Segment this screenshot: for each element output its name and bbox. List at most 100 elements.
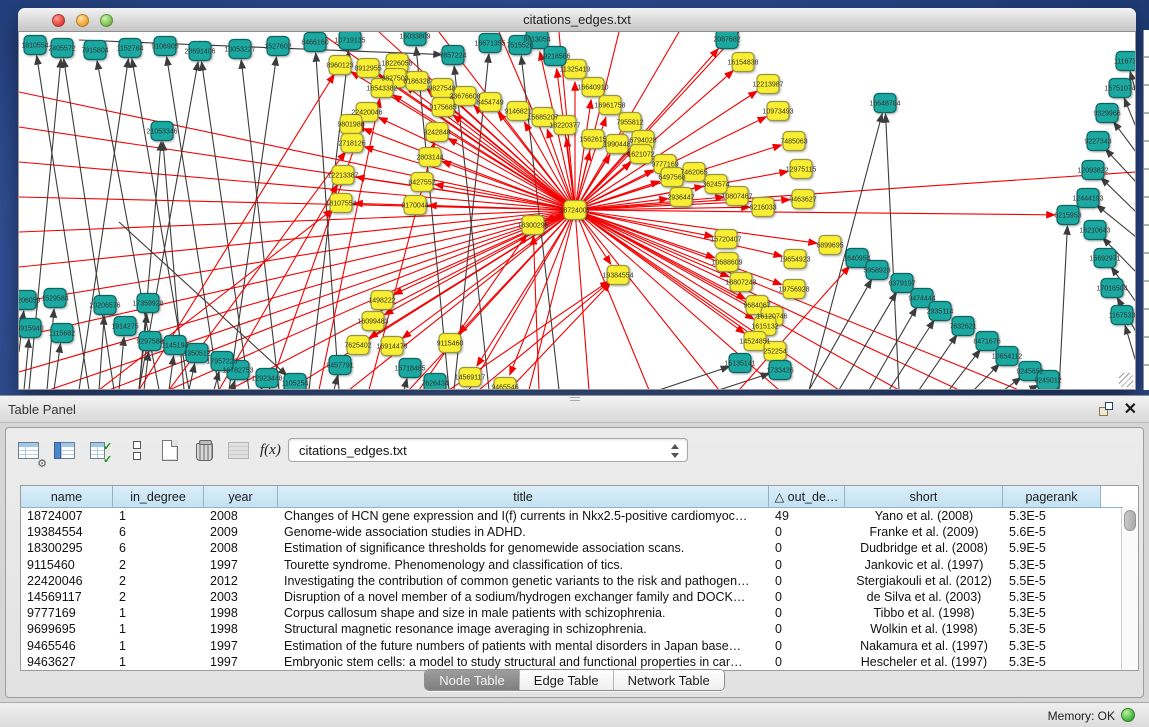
table-row[interactable]: 911546021997Tourette syndrome. Phenomeno… — [21, 557, 1101, 573]
node-label: 1498222 — [368, 298, 395, 305]
column-header-pagerank[interactable]: pagerank — [1003, 486, 1101, 508]
new-table-button[interactable] — [158, 438, 186, 466]
table-row[interactable]: 946554611997Estimation of the future num… — [21, 638, 1101, 654]
node-label: 15685207 — [527, 115, 558, 122]
table-row[interactable]: 946362711997Embryonic stem cells: a mode… — [21, 654, 1101, 670]
table-row[interactable]: 1830029562008Estimation of significance … — [21, 540, 1101, 556]
tab-edge-table[interactable]: Edge Table — [520, 670, 614, 690]
node-label: 18107554 — [325, 201, 356, 208]
cell-year: 1998 — [204, 621, 278, 637]
node-label: 8215953 — [1054, 213, 1081, 220]
window-titlebar[interactable]: citations_edges.txt — [18, 8, 1136, 32]
cell-out_degree: 49 — [769, 508, 845, 524]
table-row[interactable]: 1938455462009Genome-wide association stu… — [21, 524, 1101, 540]
node-label: 1640954 — [843, 256, 870, 263]
node-label: 19756928 — [778, 287, 809, 294]
node-label: 1810554 — [21, 43, 48, 50]
network-graph: 8960123891295518226058982750316543382818… — [19, 32, 1136, 390]
node-label: 6794028 — [629, 138, 656, 145]
gear-icon: ⚙ — [37, 457, 47, 470]
node-label: 7857224 — [439, 53, 466, 60]
cell-in_degree: 1 — [113, 654, 204, 670]
panel-divider-grip[interactable] — [570, 397, 580, 401]
table-panel: Table Panel ✕ ⚙ ✓✓ — [0, 395, 1149, 727]
node-label: 9684067 — [743, 303, 770, 310]
cell-in_degree: 6 — [113, 540, 204, 556]
row-height-button[interactable] — [124, 438, 152, 466]
node-label: 2803144 — [416, 155, 443, 162]
table-settings-button[interactable]: ⚙ — [16, 438, 44, 466]
scrollbar-thumb[interactable] — [1124, 510, 1136, 531]
node-label: 12213387 — [327, 173, 358, 180]
node-label: 1529584 — [41, 296, 68, 303]
table-row[interactable]: 977716911998Corpus callosum shape and si… — [21, 605, 1101, 621]
cell-name: 18300295 — [21, 540, 113, 556]
node-label: 17957223 — [206, 359, 237, 366]
node-label: 7625402 — [344, 343, 371, 350]
vertical-scrollbar[interactable] — [1121, 508, 1138, 670]
node-label: 1152764 — [117, 46, 144, 53]
node-label: 9245012 — [1034, 378, 1061, 385]
network-canvas[interactable]: 8960123891295518226058982750316543382818… — [18, 32, 1136, 390]
function-builder-button[interactable]: f(x) — [260, 438, 288, 466]
node-label: 15751074 — [1104, 86, 1135, 93]
cell-short: de Silva et al. (2003) — [845, 589, 1003, 605]
float-square-front — [1105, 402, 1113, 410]
import-table-button-disabled — [226, 438, 254, 466]
node-label: 1914275 — [111, 324, 138, 331]
cell-short: Nakamura et al. (1997) — [845, 638, 1003, 654]
node-label: 7485063 — [780, 139, 807, 146]
network-table-select-value: citations_edges.txt — [299, 443, 407, 458]
tab-network-table[interactable]: Network Table — [614, 670, 724, 690]
check-icon: ✓✓ — [103, 440, 110, 466]
cell-title: Changes of HCN gene expression and I(f) … — [278, 508, 769, 524]
cell-pagerank: 5.3E-5 — [1003, 638, 1101, 654]
column-header-short[interactable]: short — [845, 486, 1003, 508]
memory-status-icon[interactable] — [1121, 708, 1135, 722]
network-window[interactable]: citations_edges.txt — [18, 8, 1136, 390]
column-header-year[interactable]: year — [204, 486, 278, 508]
node-label: 18226058 — [381, 61, 412, 68]
node-label: 7515526 — [506, 43, 533, 50]
cell-in_degree: 6 — [113, 524, 204, 540]
select-columns-button[interactable]: ✓✓ — [88, 438, 116, 466]
tab-node-table[interactable]: Node Table — [425, 670, 520, 690]
column-header-out_degree[interactable]: △ out_de… — [769, 486, 845, 508]
delete-table-button[interactable] — [192, 438, 220, 466]
node-label: 1615132 — [751, 324, 778, 331]
float-panel-icon[interactable] — [1099, 402, 1113, 416]
node-label: 19218586 — [539, 54, 570, 61]
column-header-name[interactable]: name — [21, 486, 113, 508]
node-label: 16671355 — [474, 41, 505, 48]
table-row[interactable]: 969969511998Structural magnetic resonanc… — [21, 621, 1101, 637]
node-label: 18220377 — [549, 123, 580, 130]
table-panel-header[interactable]: Table Panel ✕ — [0, 396, 1149, 423]
node-label: 18300295 — [517, 223, 548, 230]
cell-short: Stergiakouli et al. (2012) — [845, 573, 1003, 589]
table-panel-body: ⚙ ✓✓ — [5, 427, 1144, 698]
table-header-row: namein_degreeyeartitle△ out_de…shortpage… — [21, 486, 1123, 508]
table-tab-bar: Node Table Edge Table Network Table — [6, 669, 1143, 693]
table-row[interactable]: 1872400712008Changes of HCN gene express… — [21, 508, 1101, 524]
column-header-in_degree[interactable]: in_degree — [113, 486, 204, 508]
cell-out_degree: 0 — [769, 589, 845, 605]
cell-pagerank: 5.5E-5 — [1003, 573, 1101, 589]
node-label: 10688609 — [711, 260, 742, 267]
node-label: 6899695 — [816, 243, 843, 250]
cell-pagerank: 5.3E-5 — [1003, 654, 1101, 670]
table-row[interactable]: 1456911722003Disruption of a novel membe… — [21, 589, 1101, 605]
show-columns-button[interactable] — [52, 438, 80, 466]
cell-title: Estimation of significance thresholds fo… — [278, 540, 769, 556]
node-label: 8427552 — [408, 180, 435, 187]
column-header-title[interactable]: title — [278, 486, 769, 508]
cell-short: Wolkin et al. (1998) — [845, 621, 1003, 637]
close-panel-icon[interactable]: ✕ — [1124, 399, 1137, 419]
cell-title: Corpus callosum shape and size in male p… — [278, 605, 769, 621]
node-label: 2936447 — [667, 195, 694, 202]
cell-name: 9463627 — [21, 654, 113, 670]
window-resize-grip[interactable] — [1119, 373, 1133, 387]
cell-name: 9699695 — [21, 621, 113, 637]
node-label: 10973493 — [762, 109, 793, 116]
network-table-select[interactable]: citations_edges.txt — [288, 438, 688, 462]
table-row[interactable]: 2242004622012Investigating the contribut… — [21, 573, 1101, 589]
